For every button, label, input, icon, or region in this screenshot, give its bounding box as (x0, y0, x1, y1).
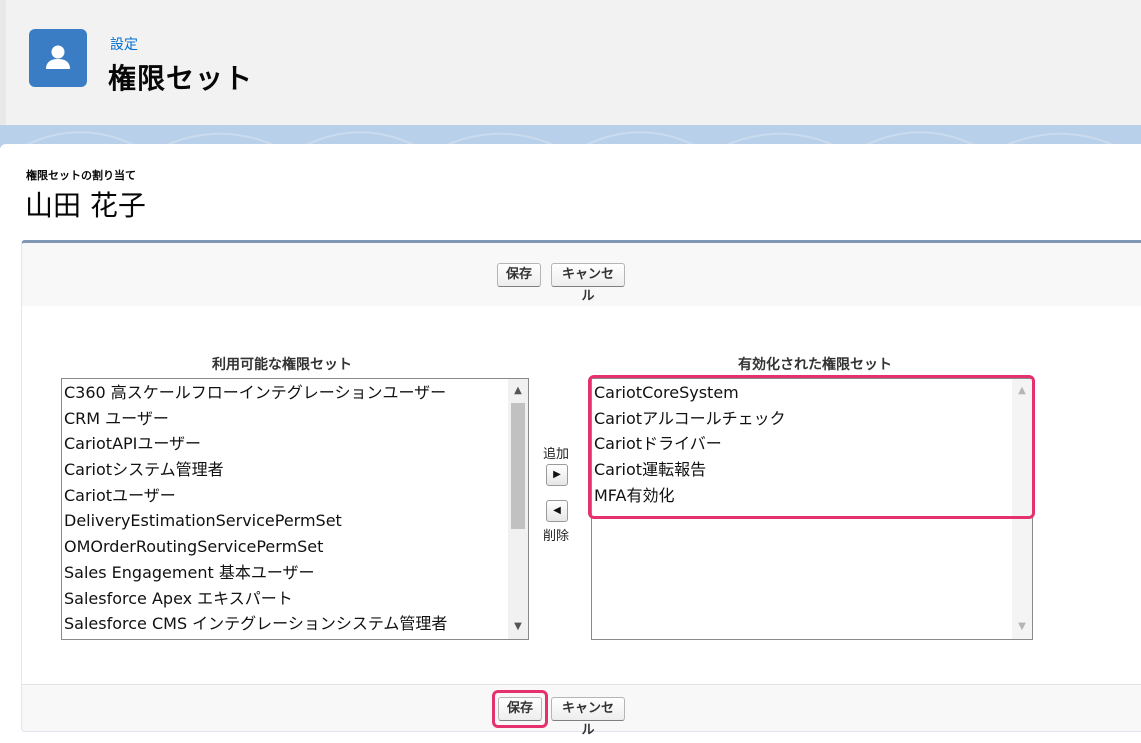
list-item[interactable]: Salesforce Apex エキスパート (63, 586, 447, 612)
cancel-button-bottom[interactable]: キャンセル (551, 697, 625, 738)
user-name: 山田 花子 (25, 189, 146, 222)
available-list: C360 高スケールフローインテグレーションユーザー CRM ユーザー Cariot… (63, 380, 447, 637)
scroll-up-icon[interactable]: ▲ (508, 382, 528, 400)
bottom-divider (22, 684, 1141, 685)
list-item[interactable]: Cariotシステム管理者 (63, 457, 447, 483)
user-icon-glyph (46, 45, 70, 69)
list-item[interactable]: DeliveryEstimationServicePermSet (63, 508, 447, 534)
remove-label: 削除 (543, 529, 570, 544)
add-label: 追加 (543, 447, 570, 462)
scroll-down-icon[interactable]: ▼ (1012, 618, 1032, 636)
list-item[interactable]: Cariotユーザー (63, 483, 447, 509)
scroll-down-icon[interactable]: ▼ (508, 618, 528, 636)
right-arrow-icon: ▶ (553, 469, 561, 480)
available-listbox[interactable]: C360 高スケールフローインテグレーションユーザー CRM ユーザー Cariot… (61, 378, 529, 640)
cancel-button-top[interactable]: キャンセル (551, 263, 625, 304)
user-icon (29, 29, 87, 87)
available-header: 利用可能な権限セット (212, 357, 352, 373)
list-item[interactable]: CariotAPIユーザー (63, 431, 447, 457)
remove-button[interactable]: ◀ (546, 500, 568, 522)
list-item[interactable]: Sales Engagement 基本ユーザー (63, 560, 447, 586)
assignment-label: 権限セットの割り当て (26, 169, 136, 182)
enabled-header: 有効化された権限セット (738, 357, 892, 373)
left-arrow-icon: ◀ (553, 505, 561, 516)
page-title: 権限セット (108, 62, 254, 95)
available-scrollbar[interactable]: ▲ ▼ (508, 379, 528, 639)
list-item[interactable]: OMOrderRoutingServicePermSet (63, 534, 447, 560)
header-edge (0, 0, 6, 125)
save-button-top[interactable]: 保存 (497, 263, 541, 287)
save-button-highlight (492, 690, 548, 728)
header-kicker[interactable]: 設定 (110, 34, 138, 54)
list-item[interactable]: CRM ユーザー (63, 406, 447, 432)
scroll-thumb[interactable] (511, 403, 525, 529)
add-button[interactable]: ▶ (546, 464, 568, 486)
setup-header: 設定 権限セット (0, 0, 1141, 126)
list-item[interactable]: C360 高スケールフローインテグレーションユーザー (63, 380, 447, 406)
enabled-items-highlight (588, 375, 1035, 519)
list-item[interactable]: Salesforce CMS インテグレーションシステム管理者 (63, 611, 447, 637)
